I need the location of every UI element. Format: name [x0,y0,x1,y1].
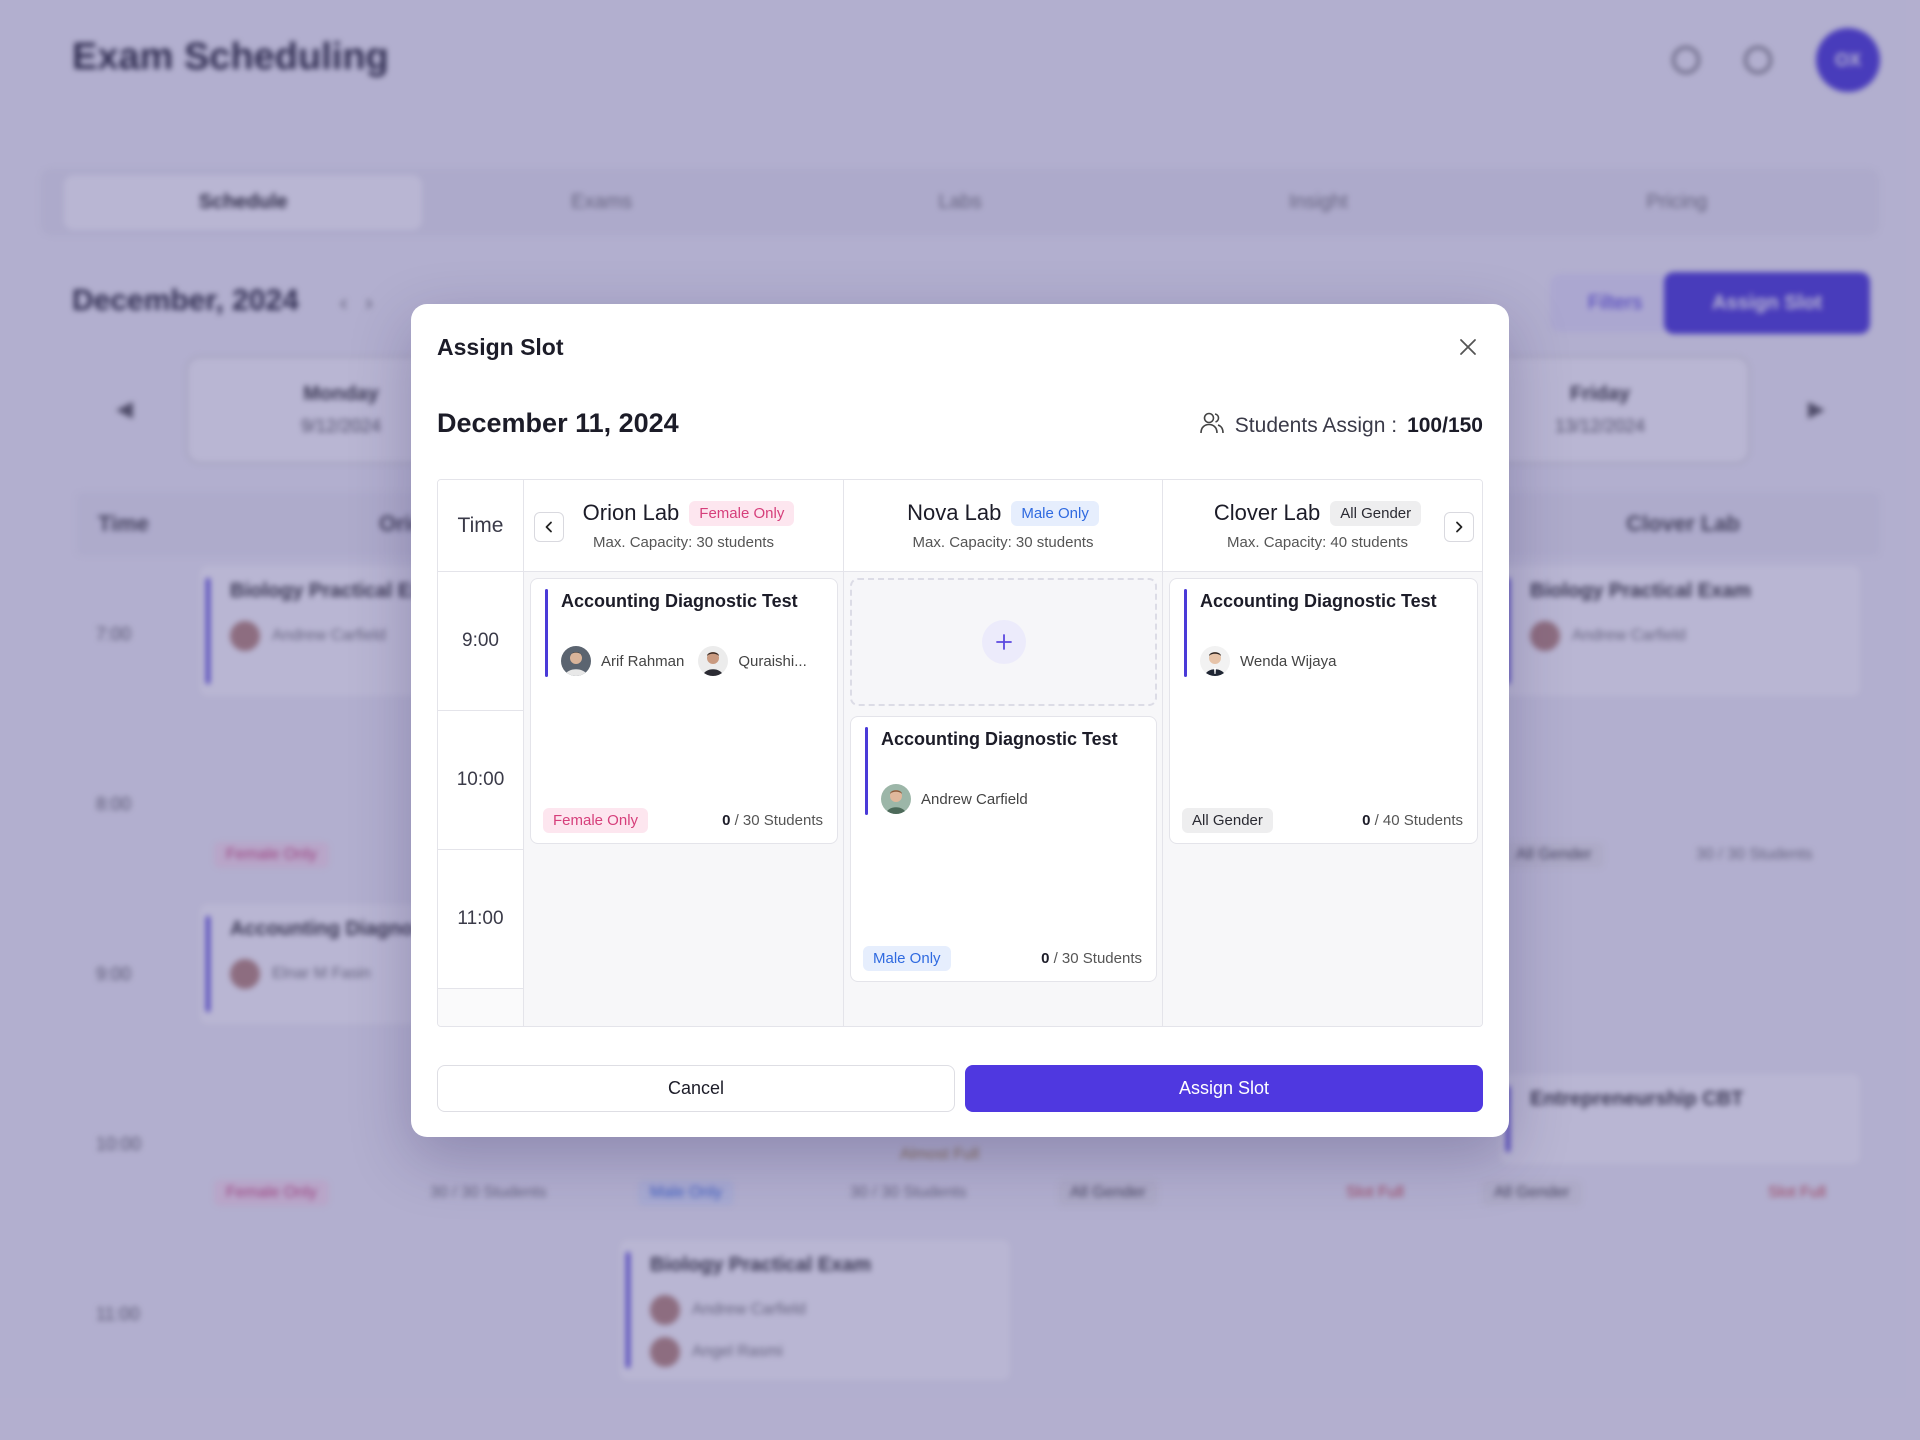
lab-header: Nova Lab Male Only Max. Capacity: 30 stu… [844,480,1162,572]
lab-capacity: Max. Capacity: 30 students [593,534,774,551]
card-title: Accounting Diagnostic Test [1200,591,1437,611]
card-title: Accounting Diagnostic Test [881,729,1118,749]
chevron-right-icon[interactable] [1444,512,1474,542]
avatar [1200,646,1230,676]
lab-name: Orion Lab [582,500,680,525]
gender-badge: All Gender [1182,808,1273,833]
lab-column-clover: Clover Lab All Gender Max. Capacity: 40 … [1163,480,1482,1026]
lab-capacity: Max. Capacity: 40 students [1227,534,1408,551]
students-assign: Students Assign : 100/150 [1199,411,1483,441]
assign-slot-button[interactable]: Assign Slot [965,1065,1483,1112]
gender-badge: Male Only [1011,500,1099,526]
card-people: Arif Rahman Quraishi... [561,646,827,676]
modal-title: Assign Slot [437,334,564,360]
time-slot: 11:00 [438,850,523,989]
person: Wenda Wijaya [1200,646,1336,676]
card-title: Accounting Diagnostic Test [561,591,798,611]
lab-header: Orion Lab Female Only Max. Capacity: 30 … [524,480,843,572]
slot-card[interactable]: Accounting Diagnostic Test Wenda Wijaya … [1169,578,1478,844]
slot-card[interactable]: Accounting Diagnostic Test Arif Rahman Q… [530,578,838,844]
person: Arif Rahman [561,646,684,676]
gender-badge: Male Only [863,946,951,971]
card-footer: All Gender 0 / 40 Students [1182,808,1463,833]
students-assign-value: 100/150 [1407,414,1483,437]
time-header: Time [438,480,523,572]
users-icon [1199,411,1225,441]
selected-date: December 11, 2024 [437,408,679,438]
lab-capacity: Max. Capacity: 30 students [912,534,1094,551]
students-assign-label: Students Assign : [1234,414,1398,437]
student-count: 0 / 30 Students [722,812,823,829]
person: Andrew Carfield [881,784,1028,814]
avatar [881,784,911,814]
card-people: Wenda Wijaya [1200,646,1467,676]
person: Quraishi... [698,646,807,676]
student-count: 0 / 30 Students [1041,950,1142,967]
plus-icon[interactable] [981,620,1026,664]
time-column: Time 9:00 10:00 11:00 [438,480,524,1026]
avatar [561,646,591,676]
close-icon[interactable] [1455,334,1481,360]
chevron-left-icon[interactable] [534,512,564,542]
card-footer: Male Only 0 / 30 Students [863,946,1142,971]
time-slot: 9:00 [438,572,523,711]
card-footer: Female Only 0 / 30 Students [543,808,823,833]
card-people: Andrew Carfield [881,784,1146,814]
gender-badge: Female Only [543,808,649,833]
time-slot: 10:00 [438,711,523,850]
slot-card[interactable]: Accounting Diagnostic Test Andrew Carfie… [850,716,1157,982]
lab-column-nova: Nova Lab Male Only Max. Capacity: 30 stu… [844,480,1163,1026]
empty-slot-add[interactable] [850,578,1157,706]
lab-name: Nova Lab [907,500,1002,525]
schedule-grid: Time 9:00 10:00 11:00 Orion Lab Female O… [437,479,1483,1027]
student-count: 0 / 40 Students [1362,812,1463,829]
gender-badge: Female Only [689,500,795,526]
gender-badge: All Gender [1330,500,1422,526]
cancel-button[interactable]: Cancel [437,1065,955,1112]
lab-header: Clover Lab All Gender Max. Capacity: 40 … [1163,480,1482,572]
lab-column-orion: Orion Lab Female Only Max. Capacity: 30 … [524,480,844,1026]
lab-name: Clover Lab [1213,500,1321,525]
avatar [698,646,729,676]
assign-slot-modal: Assign Slot December 11, 2024 Students A… [411,304,1509,1137]
